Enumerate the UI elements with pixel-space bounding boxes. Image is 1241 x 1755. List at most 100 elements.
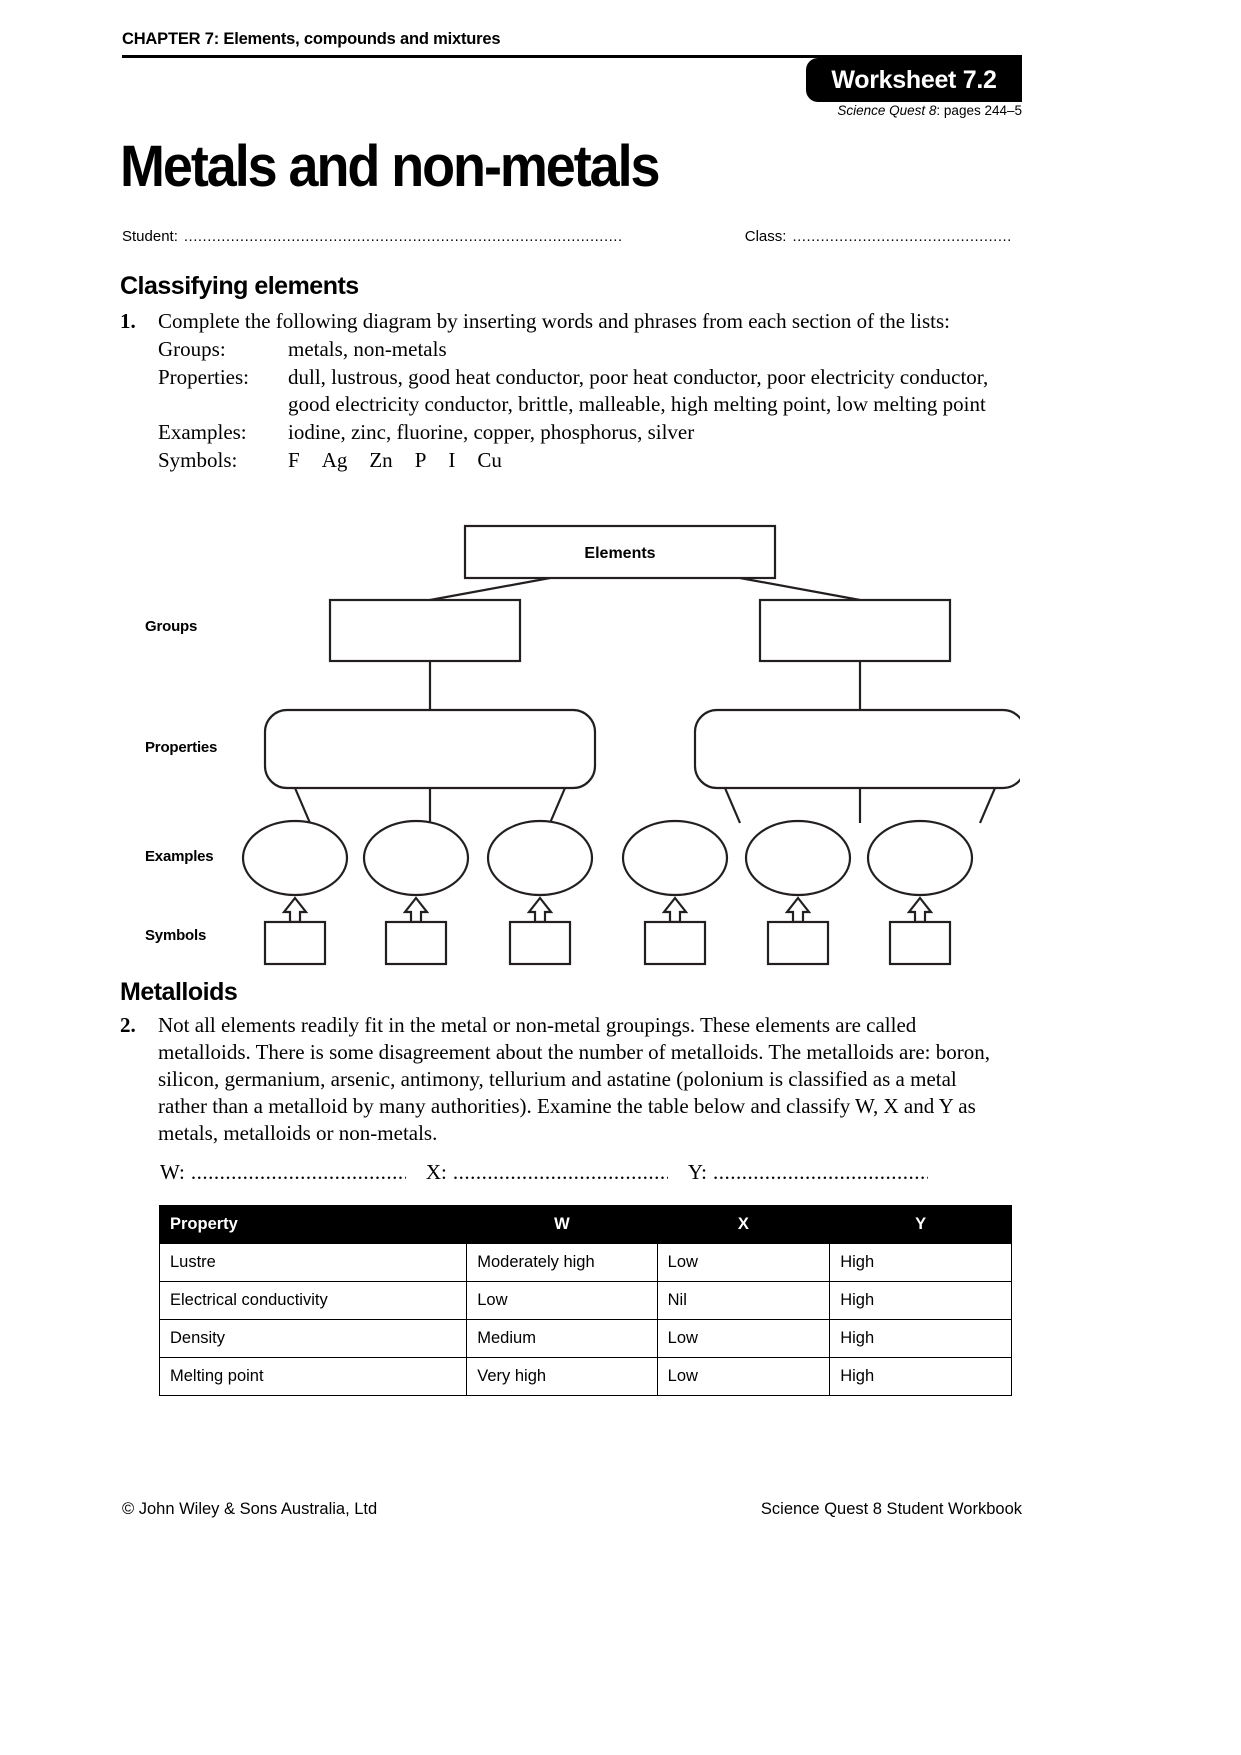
diagram-row-label-groups: Groups	[145, 618, 197, 635]
cell-x: Low	[656, 1319, 831, 1358]
class-input-line[interactable]: ........................................…	[792, 228, 1022, 245]
table-header-property: Property	[158, 1205, 468, 1244]
diagram-row-label-examples: Examples	[145, 848, 213, 865]
diagram-ellipse-example-4[interactable]	[621, 819, 729, 897]
cell-y: High	[829, 1357, 1012, 1396]
cell-y: High	[829, 1319, 1012, 1358]
list-row-properties: Properties: dull, lustrous, good heat co…	[158, 364, 1020, 418]
table-row: Lustre Moderately high Low High	[158, 1243, 1012, 1282]
table-row: Melting point Very high Low High	[158, 1357, 1012, 1396]
symbol-item: P	[414, 448, 427, 472]
diagram-box-group-1[interactable]	[328, 598, 522, 663]
list-value-groups: metals, non-metals	[288, 337, 447, 361]
answer-w-input[interactable]: ......................................	[191, 1160, 406, 1185]
properties-table: Property W X Y Lustre Moderately high Lo…	[158, 1205, 1012, 1396]
answer-w-label: W:	[160, 1160, 185, 1184]
worksheet-page: CHAPTER 7: Elements, compounds and mixtu…	[0, 0, 1241, 1755]
cell-x: Low	[656, 1357, 831, 1396]
student-class-line: Student: ...............................…	[122, 228, 1022, 245]
page-title: Metals and non-metals	[120, 134, 661, 199]
question-1-body: Complete the following diagram by insert…	[158, 308, 1020, 474]
cell-w: Very high	[466, 1357, 658, 1396]
answer-x-input[interactable]: ......................................	[453, 1160, 668, 1185]
diagram-box-elements-label: Elements	[584, 545, 655, 562]
table-header: Property W X Y	[158, 1205, 1012, 1244]
diagram-box-symbol-4[interactable]	[643, 920, 707, 966]
list-value-properties: dull, lustrous, good heat conductor, poo…	[288, 365, 989, 416]
diagram-box-group-2[interactable]	[758, 598, 952, 663]
question-2: 2. Not all elements readily fit in the m…	[120, 1012, 1010, 1147]
diagram-ellipse-example-1[interactable]	[241, 819, 349, 897]
table-header-y: Y	[829, 1205, 1012, 1244]
cell-w: Medium	[466, 1319, 658, 1358]
question-2-number: 2.	[120, 1013, 136, 1037]
question-1-number: 1.	[120, 309, 136, 333]
list-key-groups: Groups:	[158, 337, 226, 361]
answer-w: W: .....................................…	[160, 1160, 406, 1185]
table-row: Electrical conductivity Low Nil High	[158, 1281, 1012, 1320]
list-key-symbols: Symbols:	[158, 448, 238, 472]
diagram-ellipse-example-5[interactable]	[744, 819, 852, 897]
section-heading-metalloids: Metalloids	[120, 978, 238, 1006]
diagram-box-properties-2[interactable]	[693, 708, 1020, 790]
chapter-breadcrumb: CHAPTER 7: Elements, compounds and mixtu…	[122, 30, 501, 48]
list-value-symbols: F Ag Zn P I Cu	[288, 447, 1020, 474]
question-1-text: Complete the following diagram by insert…	[158, 309, 950, 333]
section-heading-classifying: Classifying elements	[120, 272, 359, 300]
diagram-row-label-symbols: Symbols	[145, 927, 206, 944]
list-row-groups: Groups: metals, non-metals	[158, 336, 1020, 363]
diagram-ellipse-example-3[interactable]	[486, 819, 594, 897]
footer-copyright: © John Wiley & Sons Australia, Ltd	[122, 1500, 378, 1518]
symbol-item: Cu	[477, 448, 502, 472]
diagram-box-properties-1[interactable]	[263, 708, 597, 790]
class-label: Class:	[744, 228, 787, 245]
symbol-item: Ag	[321, 448, 348, 472]
answer-y-input[interactable]: .......................................	[713, 1160, 928, 1185]
page-footer: © John Wiley & Sons Australia, Ltd Scien…	[122, 1500, 1022, 1519]
worksheet-badge: Worksheet 7.2	[806, 58, 1022, 102]
list-value-examples: iodine, zinc, fluorine, copper, phosphor…	[288, 420, 695, 444]
table-header-w: W	[466, 1205, 658, 1244]
cell-property: Electrical conductivity	[158, 1281, 468, 1320]
diagram-row-label-properties: Properties	[145, 739, 217, 756]
answer-y: Y: .....................................…	[688, 1160, 928, 1185]
diagram-box-symbol-6[interactable]	[888, 920, 952, 966]
symbol-item: I	[448, 448, 456, 472]
classification-diagram: Groups Properties Examples Symbols Eleme…	[120, 518, 1020, 968]
answer-x-label: X:	[425, 1160, 447, 1184]
diagram-box-symbol-5[interactable]	[766, 920, 830, 966]
cell-y: High	[829, 1281, 1012, 1320]
source-reference: Science Quest 8: pages 244–5	[700, 103, 1022, 118]
cell-y: High	[829, 1243, 1012, 1282]
diagram-box-symbol-3[interactable]	[508, 920, 572, 966]
list-key-examples: Examples:	[158, 420, 247, 444]
diagram-box-symbol-2[interactable]	[384, 920, 448, 966]
cell-x: Low	[656, 1243, 831, 1282]
table-header-x: X	[656, 1205, 831, 1244]
student-input-line[interactable]: ........................................…	[184, 228, 723, 245]
source-book-title: Science Quest 8	[837, 103, 937, 118]
cell-w: Low	[466, 1281, 658, 1320]
table-row: Density Medium Low High	[158, 1319, 1012, 1358]
diagram-ellipse-example-6[interactable]	[866, 819, 974, 897]
table-body: Lustre Moderately high Low High Electric…	[158, 1243, 1012, 1396]
table-header-row: Property W X Y	[158, 1205, 1012, 1244]
wxy-answer-line: W: .....................................…	[160, 1160, 1020, 1185]
cell-property: Melting point	[158, 1357, 468, 1396]
cell-property: Lustre	[158, 1243, 468, 1282]
symbol-item: Zn	[369, 448, 393, 472]
question-2-text: Not all elements readily fit in the meta…	[158, 1013, 991, 1145]
footer-workbook-title: Science Quest 8 Student Workbook	[760, 1500, 1022, 1518]
cell-property: Density	[158, 1319, 468, 1358]
diagram-box-symbol-1[interactable]	[263, 920, 327, 966]
list-row-symbols: Symbols: F Ag Zn P I Cu	[158, 447, 1020, 474]
symbol-item: F	[288, 448, 300, 472]
cell-w: Moderately high	[466, 1243, 658, 1282]
list-key-properties: Properties:	[158, 365, 249, 389]
source-pages: : pages 244–5	[936, 103, 1022, 118]
answer-x: X: .....................................…	[426, 1160, 668, 1185]
diagram-ellipse-example-2[interactable]	[362, 819, 470, 897]
answer-y-label: Y:	[687, 1160, 707, 1184]
student-label: Student:	[122, 228, 178, 245]
question-1: 1. Complete the following diagram by ins…	[120, 308, 1020, 474]
